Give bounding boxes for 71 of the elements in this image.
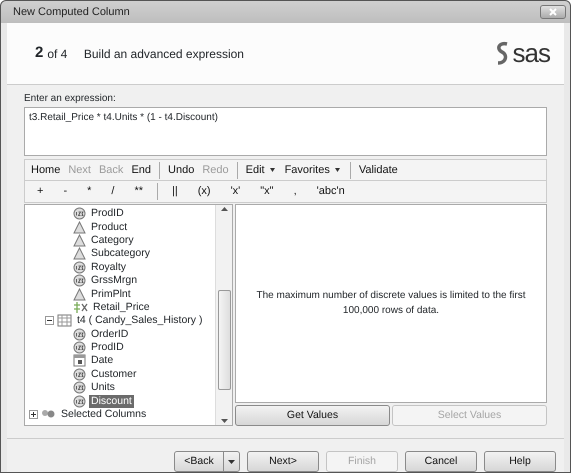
step-number: 2 [35, 43, 44, 64]
tree-item[interactable]: Date [89, 354, 116, 368]
toolbar-button[interactable]: Validate [358, 162, 398, 178]
window-title: New Computed Column [13, 4, 130, 20]
numeric-column-icon [73, 368, 86, 381]
numeric-column-icon [73, 394, 86, 408]
tree-item[interactable]: Selected Columns [59, 408, 148, 422]
toolbar-button[interactable]: Undo [168, 162, 194, 178]
menu-button[interactable]: Edit [246, 162, 277, 178]
toolbar-button[interactable]: || [172, 183, 178, 200]
caret-icon [332, 166, 342, 173]
character-column-icon [73, 288, 86, 301]
table-icon [57, 314, 72, 328]
tree-item[interactable]: Customer [89, 368, 139, 381]
scrollbar[interactable] [215, 205, 232, 425]
scroll-down-icon [220, 419, 228, 423]
field-label: Enter an expression: [23, 92, 117, 106]
toolbar-button[interactable]: 'abc'n [316, 183, 345, 200]
logo-text: sas [512, 37, 550, 70]
computed-column-icon [73, 300, 88, 314]
scroll-up-icon [220, 207, 228, 211]
close-button[interactable] [540, 5, 566, 19]
tree-item[interactable]: Subcategory [89, 247, 152, 260]
toolbar-button[interactable]: - [63, 183, 68, 200]
tree-item[interactable]: Retail_Price [91, 300, 152, 314]
tree-item[interactable]: OrderID [89, 328, 130, 341]
numeric-column-icon [73, 381, 86, 394]
toolbar-button[interactable]: Home [31, 162, 60, 178]
expander-icon[interactable] [45, 316, 54, 326]
numeric-column-icon [73, 341, 86, 354]
character-column-icon [73, 220, 86, 234]
expander-icon[interactable] [29, 410, 38, 420]
menu-button[interactable]: Favorites [284, 162, 342, 178]
tree-item[interactable]: Units [89, 381, 117, 394]
numeric-column-icon [73, 260, 86, 274]
info-message: The maximum number of discrete values is limited to the first 100,000 rows of data. [256, 289, 526, 318]
toolbar-button[interactable]: * [87, 183, 92, 200]
numeric-column-icon [73, 328, 86, 341]
tree-item[interactable]: Royalty [89, 260, 128, 274]
close-icon [549, 8, 557, 16]
toolbar-button[interactable]: (x) [198, 183, 211, 200]
back-button[interactable]: <Back [174, 451, 240, 472]
values-button[interactable]: Get Values [235, 405, 390, 426]
tree-item[interactable]: Product [89, 220, 130, 234]
expression-field[interactable]: t3.Retail_Price * t4.Units * (1 - t4.Discount) [24, 107, 547, 156]
toolbar-button[interactable]: , [294, 183, 297, 200]
toolbar-button[interactable]: ** [134, 183, 144, 200]
toolbar-button[interactable]: "x" [260, 183, 274, 200]
caret-icon [268, 166, 277, 173]
tree-item[interactable]: ProdID [89, 207, 126, 220]
step-title: Build an advanced expression [84, 46, 245, 62]
numeric-column-icon [73, 207, 86, 220]
character-column-icon [73, 234, 86, 247]
numeric-column-icon [73, 274, 86, 288]
tree-item[interactable]: ProdID [89, 341, 126, 354]
tree-item[interactable]: Category [89, 234, 136, 247]
dialog-button[interactable]: Cancel [405, 451, 477, 472]
calendar-icon [73, 354, 86, 368]
dialog-button[interactable]: Help [484, 451, 556, 472]
tree-item[interactable]: GrssMrgn [89, 274, 140, 288]
caret-icon [228, 460, 235, 464]
tree-item[interactable]: Discount [89, 394, 134, 408]
toolbar-button[interactable]: 'x' [230, 183, 240, 200]
character-column-icon [73, 247, 86, 260]
toolbar-button[interactable]: End [131, 162, 152, 178]
toolbar-button[interactable]: + [37, 183, 44, 200]
step-count: of 4 [47, 46, 68, 62]
tree-item[interactable]: t4 ( Candy_Sales_History ) [75, 314, 204, 328]
dialog-button[interactable]: Next> [247, 451, 319, 472]
tree-item[interactable]: PrimPlnt [89, 288, 133, 301]
toolbar-button[interactable]: / [111, 183, 114, 200]
